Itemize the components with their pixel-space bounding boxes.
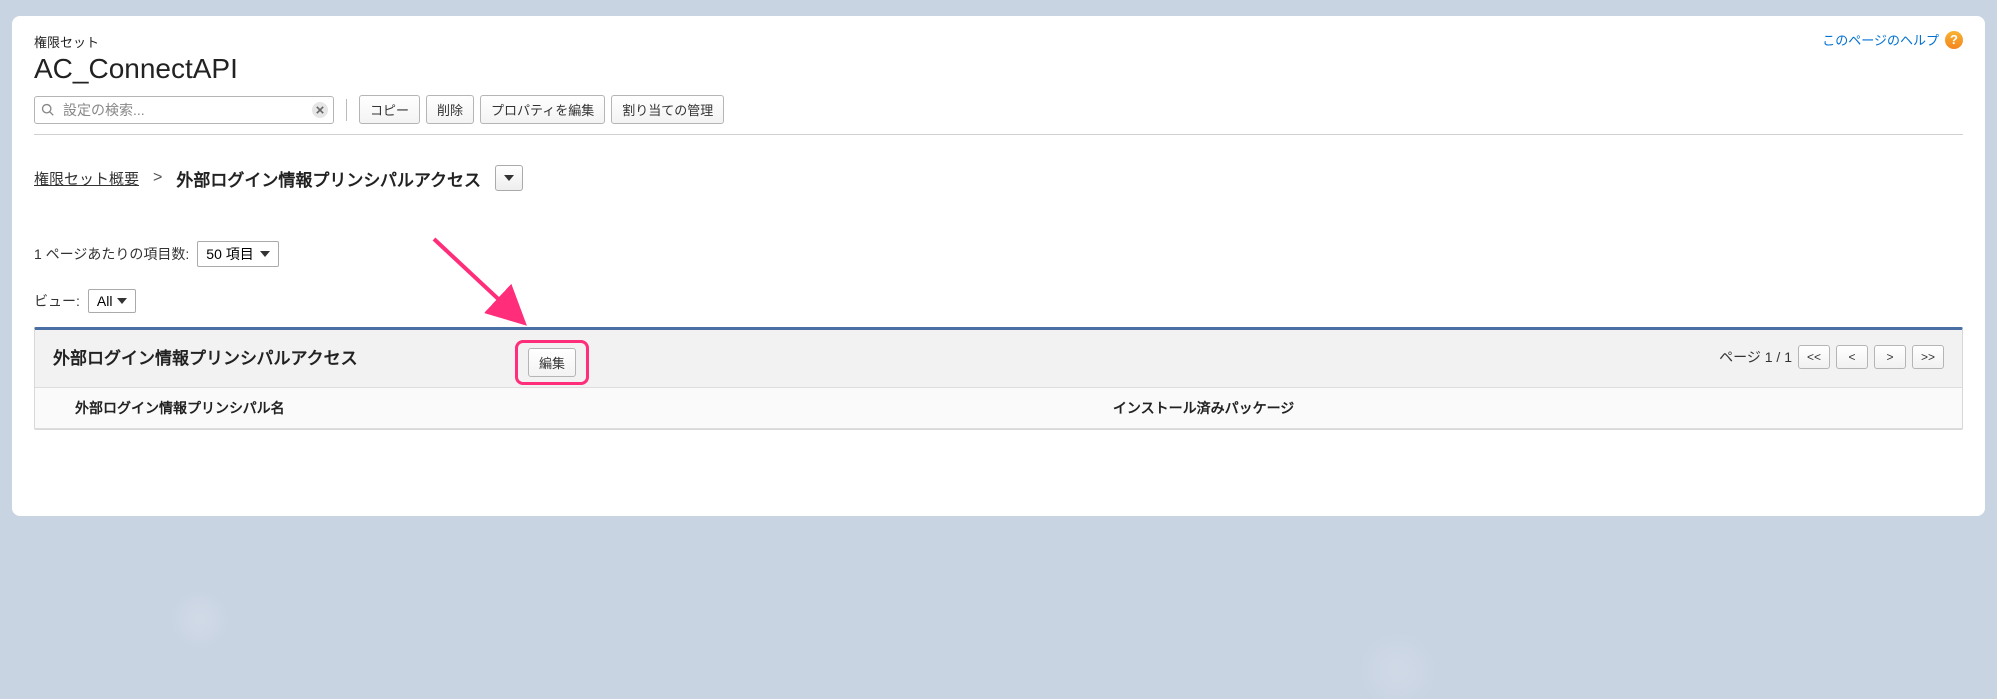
breadcrumb-dropdown-button[interactable] [495,165,523,191]
page-indicator: ページ 1 / 1 [1719,347,1792,367]
breadcrumb-root-link[interactable]: 権限セット概要 [34,168,139,189]
toolbar-buttons: コピー 削除 プロパティを編集 割り当ての管理 [359,95,724,124]
edit-button[interactable]: 編集 [528,348,576,377]
chevron-down-icon [504,173,514,183]
help-link-text: このページのヘルプ [1822,30,1939,49]
search-input[interactable] [34,96,334,124]
view-label: ビュー: [34,291,80,311]
search-icon [41,103,55,117]
pager: ページ 1 / 1 << < > >> [1719,345,1944,369]
view-row: ビュー: All [34,289,1963,313]
breadcrumb-separator: > [153,169,162,187]
copy-button[interactable]: コピー [359,95,420,124]
panel-header: 外部ログイン情報プリンシパルアクセス 編集 ページ 1 / 1 << < > >… [35,330,1962,383]
manage-assignments-button[interactable]: 割り当ての管理 [611,95,724,124]
column-installed-package[interactable]: インストール済みパッケージ [1095,388,1962,429]
pager-prev-button[interactable]: < [1836,345,1868,369]
items-per-page-label: 1 ページあたりの項目数: [34,244,189,264]
items-per-page-row: 1 ページあたりの項目数: 50 項目 [34,241,1963,267]
pager-next-button[interactable]: > [1874,345,1906,369]
toolbar: コピー 削除 プロパティを編集 割り当ての管理 [34,95,1963,135]
items-per-page-select[interactable]: 50 項目 [197,241,279,267]
breadcrumb: 権限セット概要 > 外部ログイン情報プリンシパルアクセス [34,165,1963,191]
delete-button[interactable]: 削除 [426,95,474,124]
breadcrumb-current: 外部ログイン情報プリンシパルアクセス [176,166,481,191]
clear-search-icon[interactable] [312,102,328,118]
pager-first-button[interactable]: << [1798,345,1830,369]
page-content: このページのヘルプ ? 権限セット AC_ConnectAPI コピー 削除 プ… [12,16,1985,516]
object-type-label: 権限セット [34,32,1963,51]
data-table: 外部ログイン情報プリンシパル名 インストール済みパッケージ [35,387,1962,429]
page-help-link[interactable]: このページのヘルプ ? [1822,30,1963,49]
toolbar-divider [346,99,347,121]
edit-properties-button[interactable]: プロパティを編集 [480,95,605,124]
panel-title: 外部ログイン情報プリンシパルアクセス [53,344,358,369]
page-title: AC_ConnectAPI [34,53,1963,85]
column-principal-name[interactable]: 外部ログイン情報プリンシパル名 [35,388,1095,429]
table-header-row: 外部ログイン情報プリンシパル名 インストール済みパッケージ [35,388,1962,429]
edit-button-highlight: 編集 [515,340,589,385]
pager-last-button[interactable]: >> [1912,345,1944,369]
search-wrap [34,96,334,124]
help-icon: ? [1945,31,1963,49]
data-panel: 外部ログイン情報プリンシパルアクセス 編集 ページ 1 / 1 << < > >… [34,327,1963,430]
view-select[interactable]: All [88,289,136,313]
